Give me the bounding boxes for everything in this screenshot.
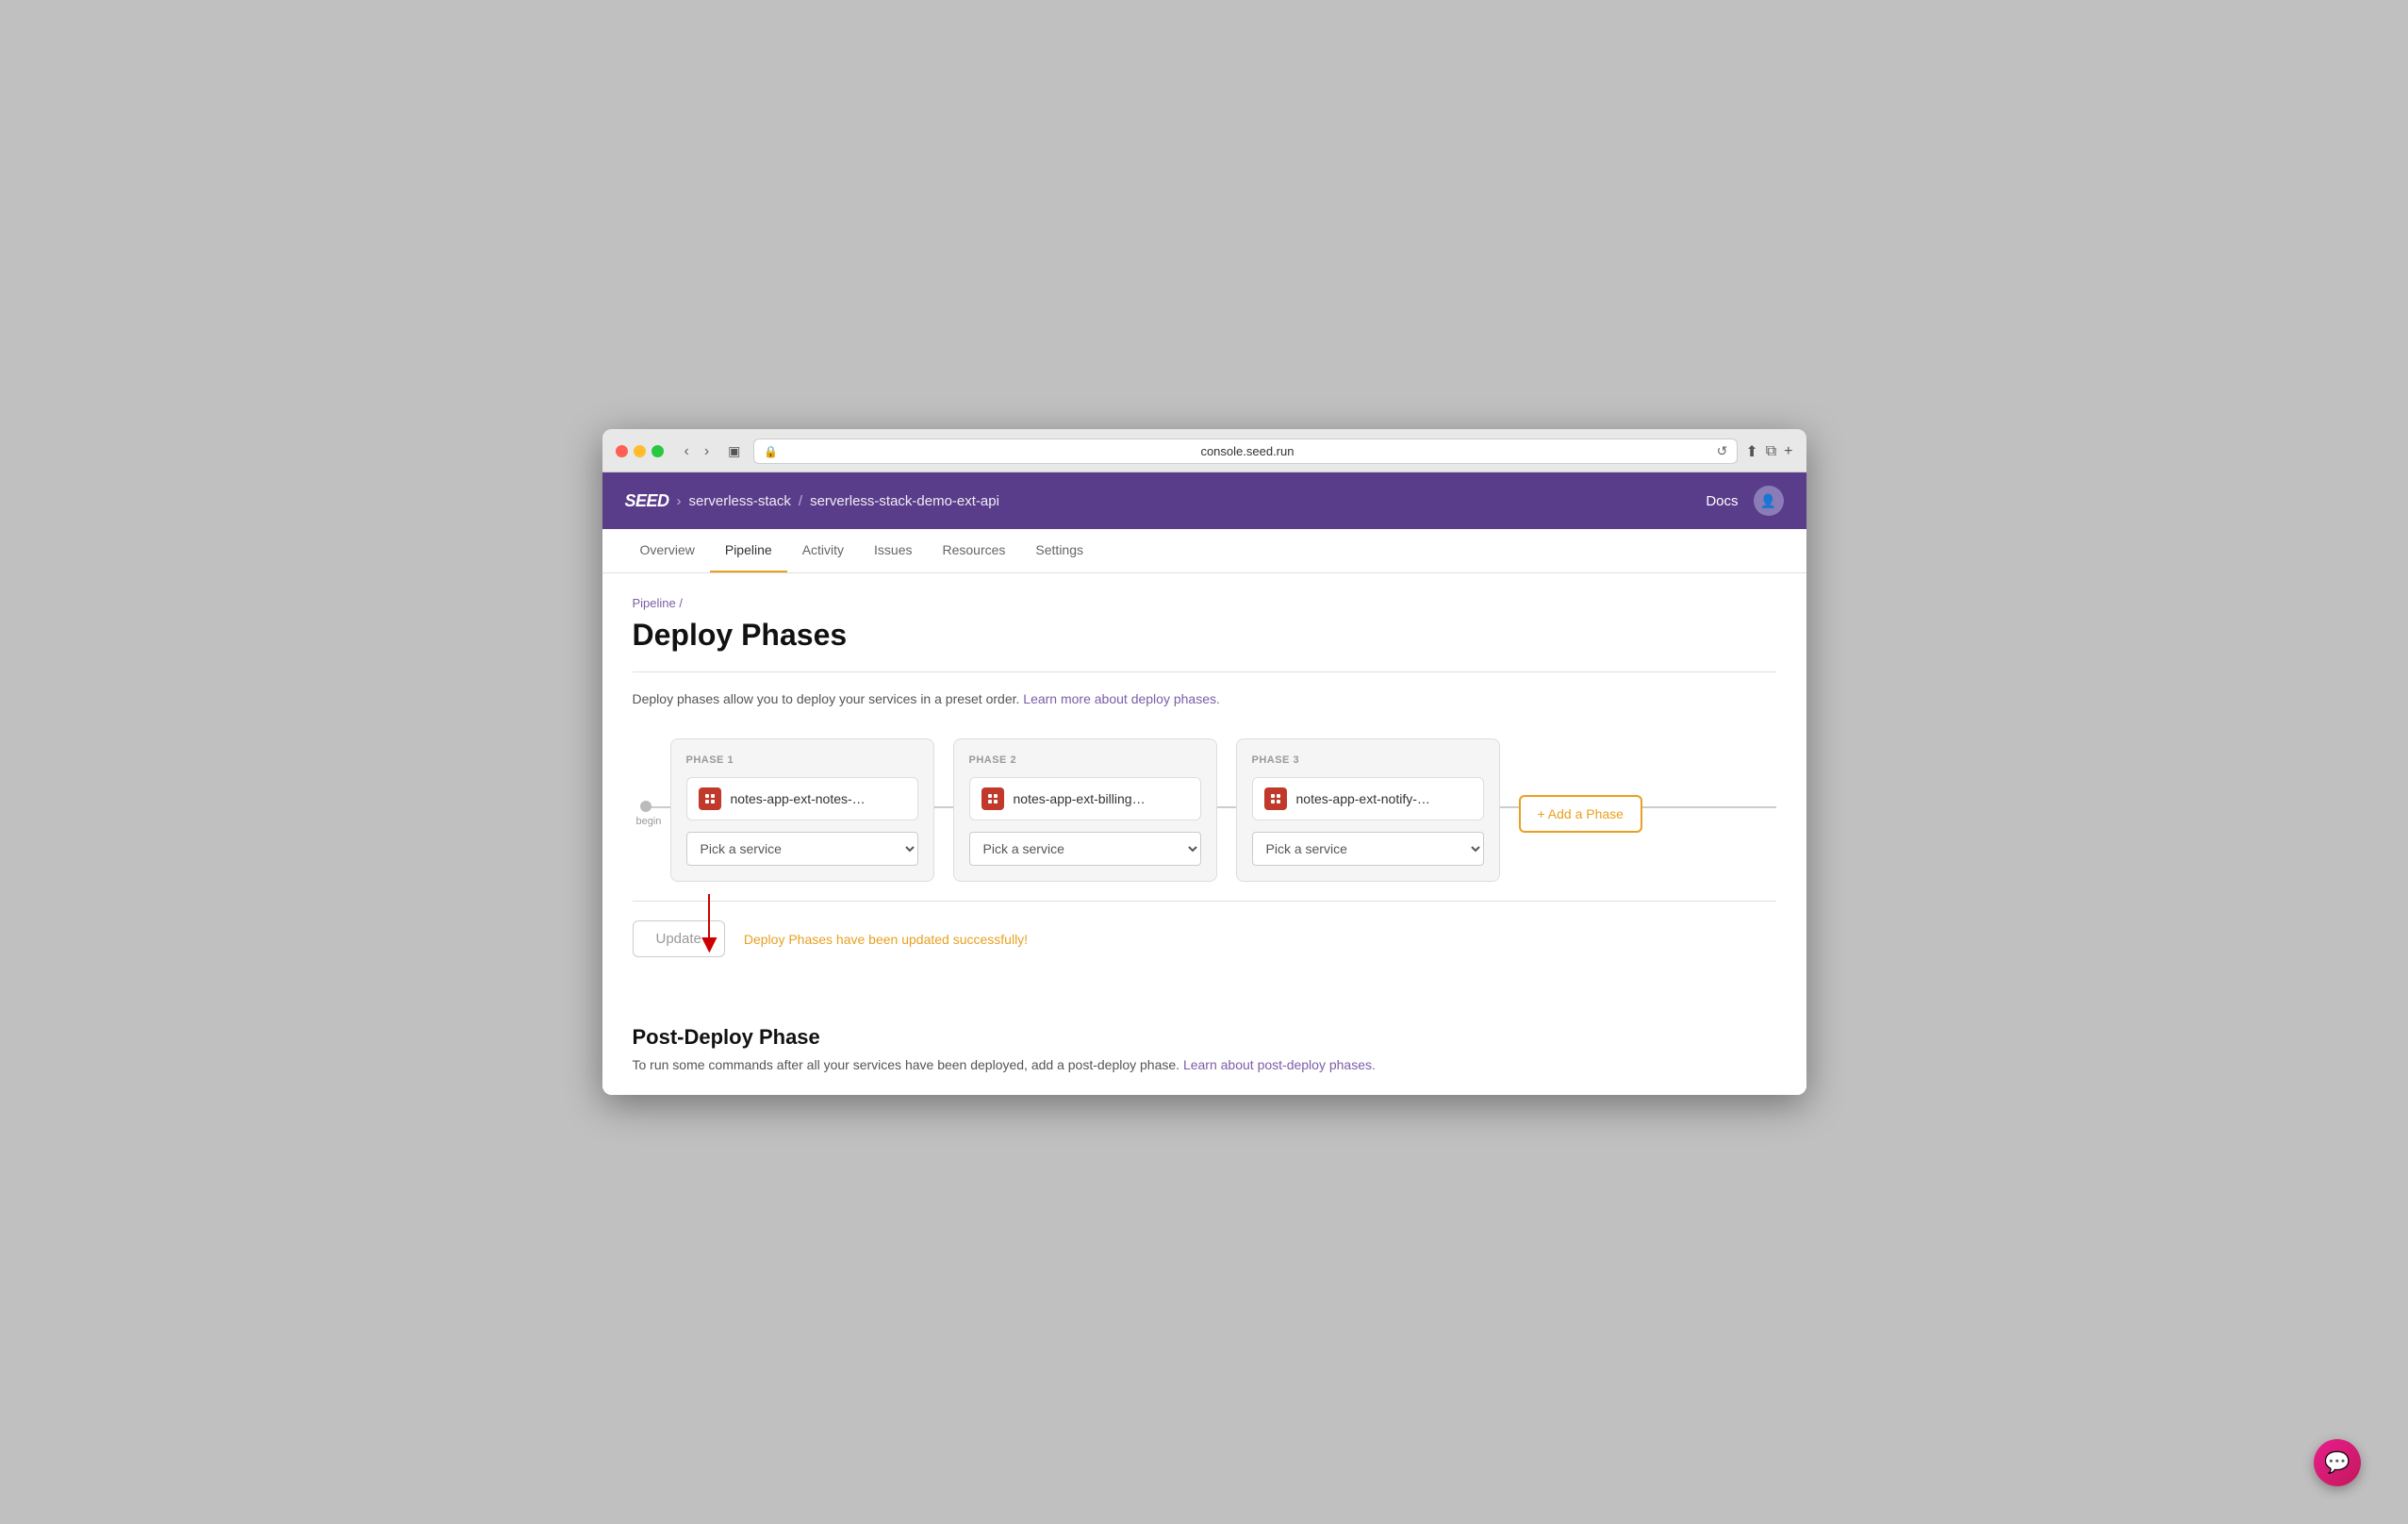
add-phase-button[interactable]: + Add a Phase [1519, 795, 1642, 833]
phase-1-label: PHASE 1 [686, 754, 918, 766]
lock-icon: 🔒 [764, 445, 778, 458]
phase-3-service-icon [1264, 787, 1287, 810]
forward-button[interactable]: › [699, 441, 715, 462]
refresh-button[interactable]: ↺ [1717, 443, 1728, 459]
post-deploy-desc-text: To run some commands after all your serv… [633, 1057, 1180, 1072]
tab-overview[interactable]: Overview [625, 529, 710, 572]
phase-2-pick-service[interactable]: Pick a service [969, 832, 1201, 866]
post-deploy-section: Post-Deploy Phase To run some commands a… [633, 1006, 1776, 1072]
maximize-button[interactable] [651, 445, 664, 457]
phase-2-label: PHASE 2 [969, 754, 1201, 766]
phase-3-label: PHASE 3 [1252, 754, 1484, 766]
phase-1-service: notes-app-ext-notes-… [686, 777, 918, 820]
traffic-lights [616, 445, 664, 457]
phases-row: PHASE 1 notes-app-ext-notes-… [670, 738, 1776, 882]
phase-3-service: notes-app-ext-notify-… [1252, 777, 1484, 820]
phase-1-service-icon [699, 787, 721, 810]
phases-area: begin ▼ PHASE 1 [633, 729, 1776, 901]
phase-2-card: PHASE 2 notes-app-ext-billing… [953, 738, 1217, 882]
phase-3-service-name: notes-app-ext-notify-… [1296, 791, 1430, 806]
avatar[interactable]: 👤 [1754, 486, 1784, 516]
pipeline-start-dot [640, 801, 651, 812]
page-title: Deploy Phases [633, 618, 1776, 653]
new-tab-button[interactable]: + [1784, 443, 1792, 460]
phase-2-service: notes-app-ext-billing… [969, 777, 1201, 820]
share-button[interactable]: ⬆ [1745, 442, 1757, 461]
tab-button[interactable]: ⧉ [1766, 443, 1776, 460]
tab-settings[interactable]: Settings [1020, 529, 1098, 572]
phase-2-service-icon [981, 787, 1004, 810]
breadcrumb-org[interactable]: serverless-stack [689, 493, 791, 509]
docs-link[interactable]: Docs [1706, 493, 1738, 509]
down-arrow: ▼ [697, 894, 723, 951]
address-bar[interactable]: 🔒 console.seed.run ↺ [753, 439, 1738, 464]
post-deploy-title: Post-Deploy Phase [633, 1025, 1776, 1050]
connector-2 [1217, 806, 1236, 808]
breadcrumb-separator-2: / [799, 493, 802, 509]
description-text: Deploy phases allow you to deploy your s… [633, 691, 1020, 706]
seed-logo[interactable]: SEED [625, 491, 669, 511]
tab-issues[interactable]: Issues [859, 529, 927, 572]
url-text: console.seed.run [783, 444, 1710, 458]
phase-1-pick-service[interactable]: Pick a service [686, 832, 918, 866]
nav-tabs: Overview Pipeline Activity Issues Resour… [602, 529, 1806, 573]
begin-label: begin [636, 816, 662, 827]
learn-more-link[interactable]: Learn more about deploy phases. [1023, 691, 1220, 706]
back-button[interactable]: ‹ [679, 441, 695, 462]
connector-3 [1500, 806, 1519, 808]
main-content: Pipeline / Deploy Phases Deploy phases a… [602, 573, 1806, 1095]
chat-button[interactable]: 💬 [2314, 1439, 2361, 1486]
phase-1-service-name: notes-app-ext-notes-… [731, 791, 866, 806]
close-button[interactable] [616, 445, 628, 457]
phase-1-card: PHASE 1 notes-app-ext-notes-… [670, 738, 934, 882]
breadcrumb-separator: › [677, 493, 682, 509]
success-message: Deploy Phases have been updated successf… [744, 932, 1028, 947]
phase-3-card: PHASE 3 notes-app-ext-notify-… [1236, 738, 1500, 882]
post-deploy-desc: To run some commands after all your serv… [633, 1057, 1776, 1072]
breadcrumb-app[interactable]: serverless-stack-demo-ext-api [810, 493, 999, 509]
tab-pipeline[interactable]: Pipeline [710, 529, 787, 572]
breadcrumb[interactable]: Pipeline / [633, 596, 1776, 610]
phase-3-pick-service[interactable]: Pick a service [1252, 832, 1484, 866]
sidebar-button[interactable]: ▣ [722, 441, 746, 461]
connector-1 [934, 806, 953, 808]
description: Deploy phases allow you to deploy your s… [633, 691, 1776, 706]
update-section: Update Deploy Phases have been updated s… [633, 901, 1776, 976]
phase-2-service-name: notes-app-ext-billing… [1014, 791, 1146, 806]
post-deploy-link[interactable]: Learn about post-deploy phases. [1183, 1057, 1376, 1072]
app-header: SEED › serverless-stack / serverless-sta… [602, 472, 1806, 529]
tab-activity[interactable]: Activity [787, 529, 859, 572]
tab-resources[interactable]: Resources [928, 529, 1021, 572]
minimize-button[interactable] [634, 445, 646, 457]
